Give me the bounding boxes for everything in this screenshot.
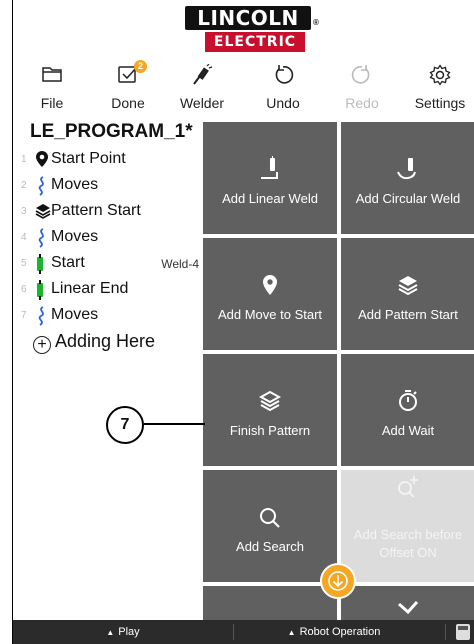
program-title: LE_PROGRAM_1* [30, 121, 193, 142]
undo-icon [275, 65, 294, 84]
step-number: 4 [21, 232, 27, 243]
file-label: File [40, 95, 64, 111]
add-search-tile[interactable]: Add Search [203, 470, 337, 582]
arrow-down-icon [328, 571, 348, 591]
file-button[interactable]: File [17, 58, 87, 118]
gear-icon [429, 64, 451, 86]
program-step-2[interactable]: 2 Moves [13, 173, 203, 199]
partial-tile-left[interactable] [203, 586, 337, 620]
program-step-7[interactable]: 7 Moves [13, 303, 203, 329]
squiggle-path-icon [38, 176, 44, 196]
toolbar: File 2 Done Welder Undo Redo Settings [13, 58, 474, 120]
callout-number-7: 7 [106, 406, 144, 444]
step-label: Start Point [51, 150, 126, 167]
triangle-up-icon: ▲ [287, 628, 296, 637]
pendant-button[interactable] [451, 620, 474, 644]
step-label: Start [51, 254, 85, 271]
divider [445, 624, 446, 640]
tile-label: Add Pattern Start [358, 307, 458, 322]
action-tile-grid: Add Linear Weld Add Circular Weld Add Mo… [203, 122, 474, 620]
weld-torch-icon [37, 254, 43, 274]
tile-label: Add Move to Start [217, 307, 323, 322]
add-move-to-start-tile[interactable]: Add Move to Start [203, 238, 337, 350]
tile-label: Add Linear Weld [222, 191, 318, 206]
tile-label: Add Search before Offset ON [353, 527, 463, 560]
add-circular-weld-tile[interactable]: Add Circular Weld [341, 122, 474, 234]
folder-icon [42, 67, 62, 82]
logo-bottom-text: ELECTRIC [205, 32, 305, 52]
settings-label: Settings [414, 95, 466, 111]
step-label: Moves [51, 228, 99, 245]
stopwatch-icon [399, 390, 417, 411]
triangle-up-icon: ▲ [106, 628, 115, 637]
lincoln-electric-logo: LINCOLN ® ELECTRIC [175, 6, 321, 54]
layers-icon [398, 276, 418, 296]
partial-tile-right[interactable] [341, 586, 474, 620]
tile-label: Finish Pattern [229, 423, 311, 438]
redo-label: Redo [345, 95, 379, 111]
welder-label: Welder [179, 95, 225, 111]
done-count-badge: 2 [134, 60, 147, 73]
tile-label: Add Search [236, 539, 304, 554]
callout-leader-line [144, 423, 205, 425]
adding-here-marker[interactable]: + Adding Here [33, 331, 155, 354]
settings-button[interactable]: Settings [405, 58, 474, 118]
adding-here-label: Adding Here [55, 331, 156, 351]
step-number: 5 [21, 258, 27, 269]
wrench-icon [398, 600, 419, 615]
step-number: 7 [21, 310, 27, 321]
add-linear-weld-tile[interactable]: Add Linear Weld [203, 122, 337, 234]
redo-icon [351, 65, 370, 84]
search-plus-icon [398, 476, 418, 498]
welder-button[interactable]: Welder [167, 58, 237, 118]
play-label: Play [118, 626, 140, 638]
logo-top-text: LINCOLN [185, 6, 311, 30]
tile-label: Add Wait [381, 423, 435, 438]
program-step-1[interactable]: 1 Start Point [13, 147, 203, 173]
robot-operation-button[interactable]: ▲ Robot Operation [234, 620, 434, 644]
play-button[interactable]: ▲ Play [13, 620, 233, 644]
circular-weld-icon [397, 158, 416, 180]
weld-gun-icon [193, 64, 213, 85]
robot-operation-label: Robot Operation [299, 626, 381, 638]
add-pattern-start-tile[interactable]: Add Pattern Start [341, 238, 474, 350]
squiggle-path-icon [38, 228, 44, 248]
layers-outline-icon [258, 390, 282, 412]
add-wait-tile[interactable]: Add Wait [341, 354, 474, 466]
layers-icon [35, 204, 51, 219]
step-number: 3 [21, 206, 27, 217]
weld-torch-icon [37, 280, 43, 300]
step-label: Linear End [51, 280, 129, 297]
step-label: Moves [51, 176, 99, 193]
app-frame: LINCOLN ® ELECTRIC File 2 Done Welder Un… [12, 0, 474, 644]
program-step-3[interactable]: 3 Pattern Start [13, 199, 203, 225]
step-number: 2 [21, 180, 27, 191]
weld-tag: Weld-4 [161, 257, 199, 271]
logo-registered-mark: ® [313, 18, 319, 27]
search-icon [260, 508, 280, 528]
add-search-before-offset-tile[interactable]: Add Search before Offset ON [341, 470, 474, 582]
done-button[interactable]: 2 Done [93, 58, 163, 118]
pendant-icon [456, 624, 470, 640]
linear-weld-icon [261, 156, 278, 179]
plus-circle-icon: + [33, 336, 51, 354]
bottom-bar: ▲ Play ▲ Robot Operation [13, 620, 474, 644]
step-number: 1 [21, 154, 27, 165]
scroll-down-button[interactable] [320, 563, 356, 599]
step-number: 6 [21, 284, 27, 295]
step-label: Pattern Start [51, 202, 141, 219]
step-label: Moves [51, 306, 99, 323]
squiggle-path-icon [38, 306, 44, 326]
program-step-4[interactable]: 4 Moves [13, 225, 203, 251]
program-step-5[interactable]: 5 Start Weld-4 [13, 251, 203, 277]
undo-label: Undo [266, 95, 300, 111]
done-label: Done [111, 95, 145, 111]
location-pin-icon [263, 275, 277, 295]
location-pin-icon [36, 151, 48, 167]
undo-button[interactable]: Undo [248, 58, 318, 118]
tile-label: Add Circular Weld [355, 191, 461, 206]
program-step-6[interactable]: 6 Linear End [13, 277, 203, 303]
redo-button[interactable]: Redo [327, 58, 397, 118]
finish-pattern-tile[interactable]: Finish Pattern [203, 354, 337, 466]
